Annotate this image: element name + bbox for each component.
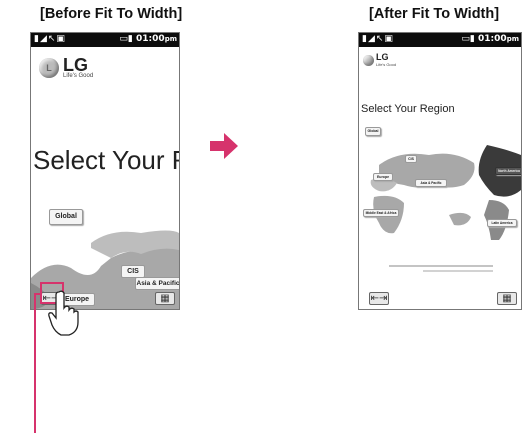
- logo-brand: LG: [376, 52, 389, 62]
- arrow-right-icon: [210, 133, 238, 159]
- status-bar-after: ▮◢↖▣ ▭▮ 01:00pm: [359, 33, 521, 47]
- status-time: ▭▮ 01:00pm: [461, 34, 519, 44]
- status-bar: ▮◢↖▣ ▭▮ 01:00pm: [31, 33, 179, 47]
- region-middle-east-africa-button[interactable]: Middle East & Africa: [363, 209, 399, 217]
- region-asia-pacific-button[interactable]: Asia & Pacific: [415, 179, 447, 187]
- footer-links: [389, 265, 493, 267]
- phone-screen-after: ▮◢↖▣ ▭▮ 01:00pm LG Life's Good Select Yo…: [358, 32, 522, 310]
- status-icons-left: ▮◢↖▣: [34, 34, 66, 44]
- region-global-button[interactable]: Global: [365, 127, 381, 136]
- caption-before: [Before Fit To Width]: [40, 6, 183, 22]
- grid-icon: ▦: [502, 293, 512, 304]
- page-title: Select Your Reg: [33, 145, 179, 175]
- lg-logo-icon: [363, 54, 374, 66]
- lg-logo: L LG Life's Good: [39, 55, 94, 79]
- caption-after: [After Fit To Width]: [369, 6, 500, 22]
- region-europe-button[interactable]: Europe: [373, 173, 393, 181]
- region-asia-pacific-button[interactable]: Asia & Pacific: [135, 277, 179, 290]
- lg-logo: LG Life's Good: [363, 53, 396, 67]
- status-icons-left: ▮◢↖▣: [362, 34, 394, 44]
- footer-copyright: [423, 270, 493, 272]
- page-title: Select Your Region: [361, 103, 455, 115]
- status-time: ▭▮ 01:00pm: [119, 34, 177, 44]
- region-latin-america-button[interactable]: Latin America: [487, 219, 517, 227]
- grid-icon: ▦: [160, 293, 170, 304]
- fit-to-width-button[interactable]: ⇤⇥: [369, 292, 389, 305]
- grid-menu-button[interactable]: ▦: [155, 292, 175, 305]
- callout-line-vertical: [34, 293, 36, 433]
- region-global-button[interactable]: Global: [49, 209, 83, 225]
- battery-icon: ▭▮: [461, 34, 475, 44]
- grid-menu-button[interactable]: ▦: [497, 292, 517, 305]
- region-north-america-button[interactable]: North America: [495, 167, 521, 175]
- hand-pointer-icon: [48, 290, 79, 336]
- battery-icon: ▭▮: [119, 34, 133, 44]
- lg-logo-icon: L: [39, 58, 59, 78]
- region-cis-button[interactable]: CIS: [405, 155, 417, 163]
- logo-tagline: Life's Good: [63, 73, 94, 79]
- fit-to-width-icon: ⇤⇥: [370, 293, 388, 304]
- phone-screen-before: ▮◢↖▣ ▭▮ 01:00pm L LG Life's Good Select …: [30, 32, 180, 310]
- logo-brand: LG: [63, 55, 88, 75]
- logo-tagline: Life's Good: [376, 62, 397, 67]
